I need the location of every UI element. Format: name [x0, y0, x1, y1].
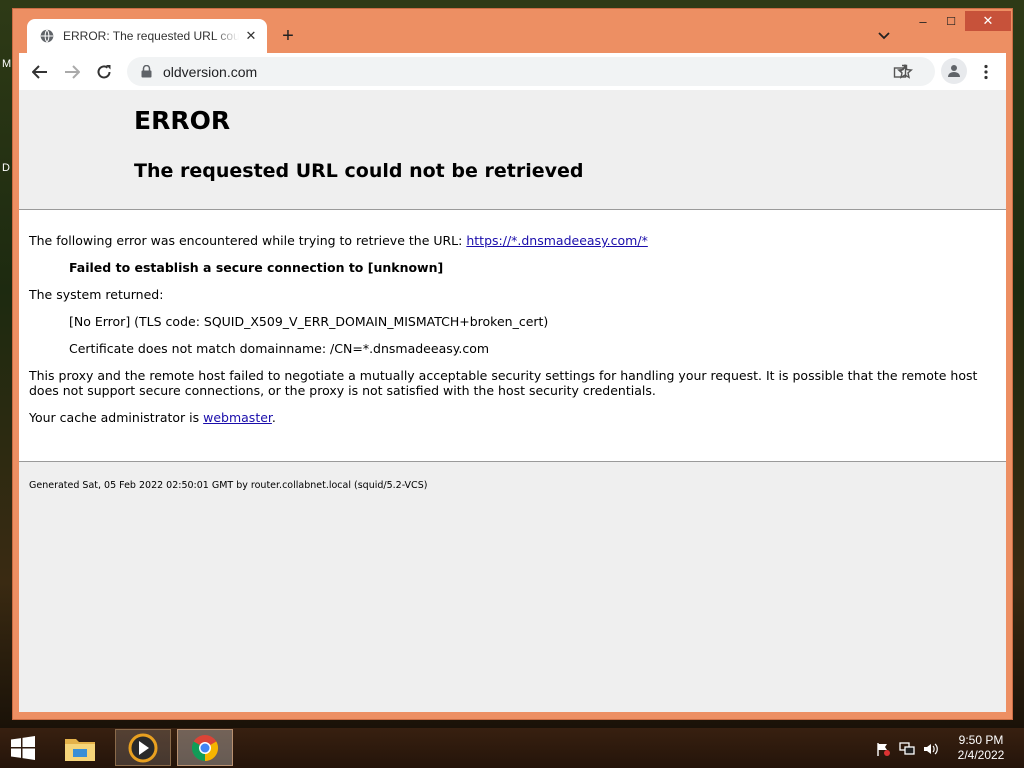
chrome-icon[interactable] — [177, 729, 233, 766]
system-returned-label: The system returned: — [29, 287, 164, 302]
tab-strip: ERROR: The requested URL could not be re… — [13, 9, 1012, 53]
generated-footer: Generated Sat, 05 Feb 2022 02:50:01 GMT … — [29, 480, 428, 491]
desktop-icon-label[interactable]: M — [2, 58, 11, 70]
new-tab-button[interactable]: + — [277, 25, 299, 47]
taskbar: 9:50 PM 2/4/2022 — [0, 728, 1024, 768]
clock-time: 9:50 PM — [958, 733, 1004, 747]
error-body: The following error was encountered whil… — [19, 210, 1006, 462]
address-bar[interactable]: oldversion.com — [127, 57, 935, 86]
star-bookmark-icon[interactable] — [894, 61, 916, 83]
webmaster-link[interactable]: webmaster — [203, 410, 272, 425]
volume-icon[interactable] — [922, 740, 940, 758]
file-explorer-icon[interactable] — [52, 729, 108, 766]
browser-toolbar: oldversion.com — [19, 53, 1006, 90]
error-subtitle: The requested URL could not be retrieved — [134, 160, 584, 182]
browser-window: ERROR: The requested URL could not be re… — [12, 8, 1013, 720]
reload-icon[interactable] — [93, 61, 115, 83]
error-title: ERROR — [134, 106, 231, 135]
intro-text: The following error was encountered whil… — [29, 233, 467, 248]
system-clock[interactable]: 9:50 PM 2/4/2022 — [946, 733, 1016, 763]
action-center-flag-icon[interactable] — [874, 740, 892, 758]
tab-search-chevron-icon[interactable] — [875, 27, 893, 45]
network-icon[interactable] — [898, 740, 916, 758]
media-player-icon[interactable] — [115, 729, 171, 766]
globe-icon — [39, 28, 55, 44]
arrow-left-icon[interactable] — [29, 61, 51, 83]
profile-avatar-icon[interactable] — [941, 58, 967, 84]
menu-kebab-icon[interactable] — [975, 61, 997, 83]
admin-text: Your cache administrator is — [29, 410, 204, 425]
maximize-button[interactable]: ☐ — [937, 11, 965, 31]
url-text: oldversion.com — [163, 63, 258, 80]
requested-url-link[interactable]: https://*.dnsmadeeasy.com/* — [466, 233, 647, 248]
desktop-icon-label[interactable]: D — [2, 162, 10, 174]
tls-code: [No Error] (TLS code: SQUID_X509_V_ERR_D… — [69, 314, 549, 329]
admin-suffix: . — [271, 410, 276, 425]
minimize-button[interactable]: – — [909, 11, 937, 31]
lock-icon[interactable] — [139, 65, 153, 79]
tab-title: ERROR: The requested URL could not be re… — [63, 29, 239, 43]
windows-start-icon[interactable] — [8, 735, 38, 761]
clock-date: 2/4/2022 — [957, 748, 1005, 762]
intro-paragraph: The following error was encountered whil… — [29, 233, 648, 248]
admin-paragraph: Your cache administrator is webmaster. — [29, 410, 276, 425]
error-detail: Failed to establish a secure connection … — [69, 260, 444, 275]
close-window-button[interactable]: ✕ — [965, 11, 1011, 31]
browser-tab[interactable]: ERROR: The requested URL could not be re… — [27, 19, 267, 53]
page-content: ERROR The requested URL could not be ret… — [19, 90, 1006, 712]
explanation-paragraph: This proxy and the remote host failed to… — [29, 368, 978, 398]
arrow-right-icon[interactable] — [61, 61, 83, 83]
error-header: ERROR The requested URL could not be ret… — [19, 90, 1006, 210]
tab-close-icon[interactable]: ✕ — [243, 28, 259, 44]
certificate-message: Certificate does not match domainname: /… — [69, 341, 490, 356]
